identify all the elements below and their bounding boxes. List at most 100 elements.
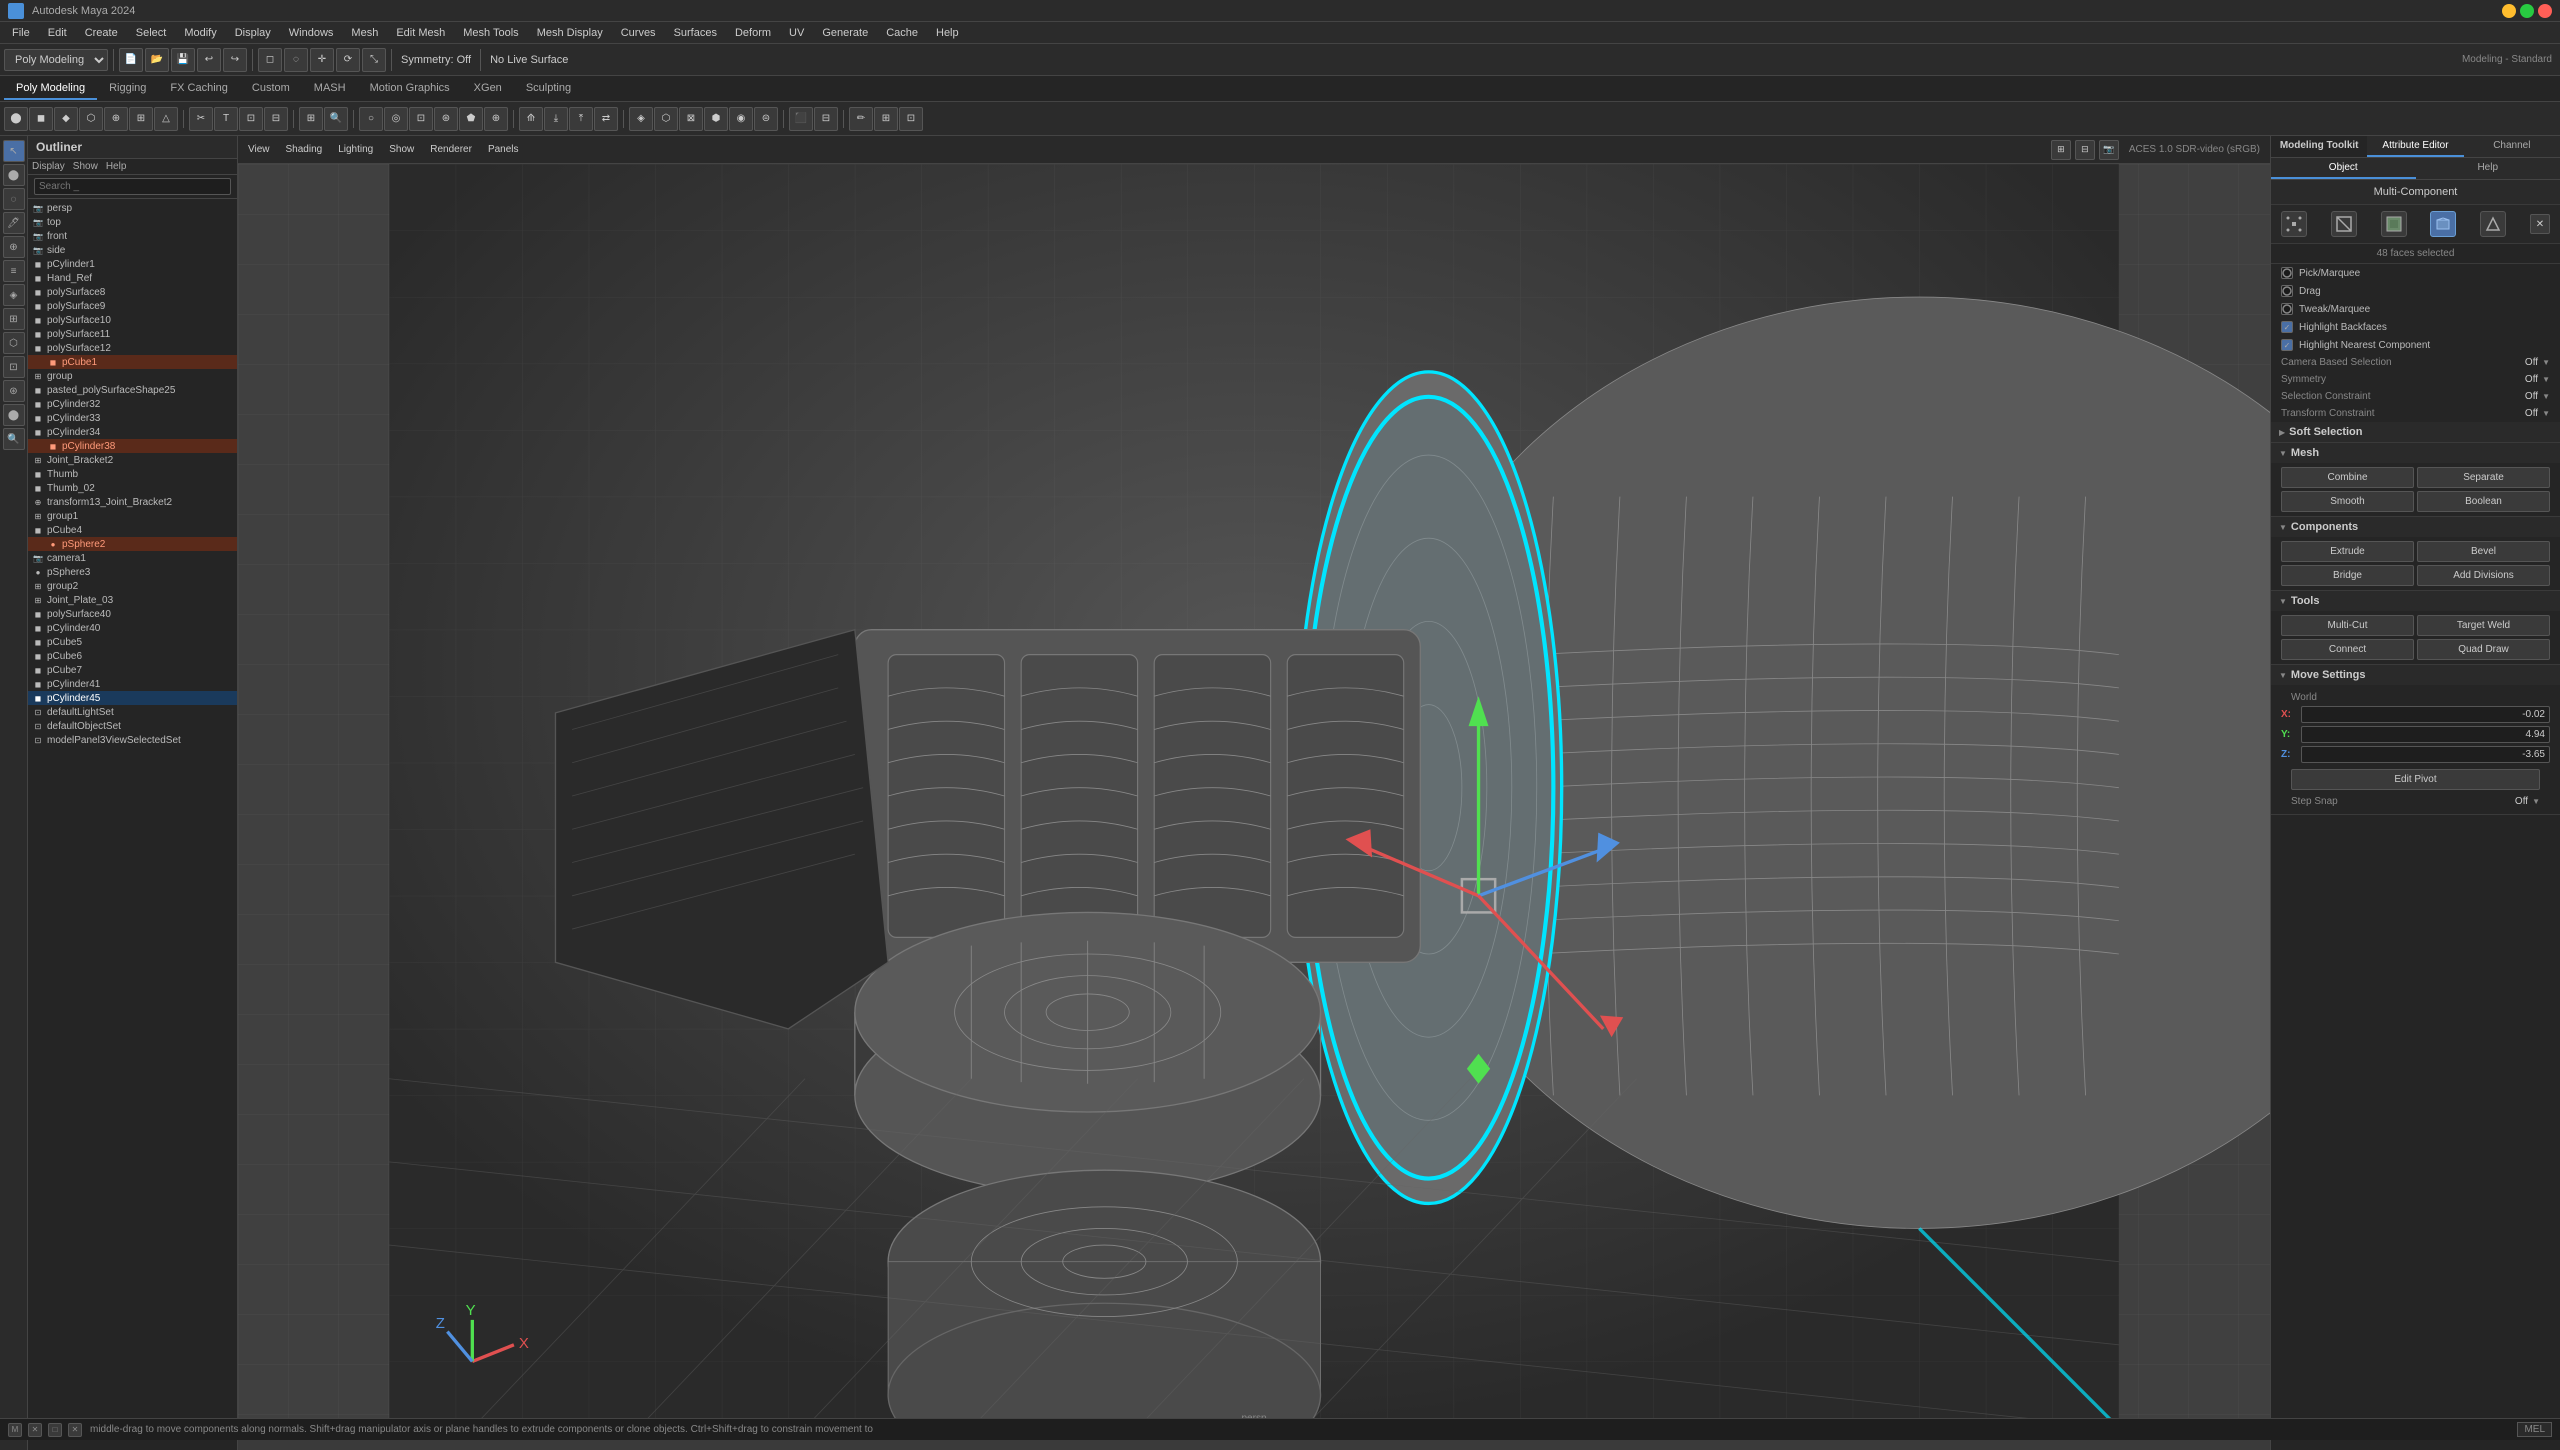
menu-create[interactable]: Create	[77, 25, 126, 41]
outliner-show-menu[interactable]: Show	[73, 161, 98, 172]
brush-tool[interactable]: 🖊	[3, 212, 25, 234]
tab-poly-modeling[interactable]: Poly Modeling	[4, 78, 97, 100]
outliner-item-polysurface40[interactable]: ◼ polySurface40	[28, 607, 237, 621]
outliner-item-defaultobjectset[interactable]: ⊡ defaultObjectSet	[28, 719, 237, 733]
icon-btn-12[interactable]: ⊞	[299, 107, 323, 131]
target-weld-btn[interactable]: Target Weld	[2417, 615, 2550, 636]
outliner-item-camera1[interactable]: 📷 camera1	[28, 551, 237, 565]
z-input[interactable]	[2301, 746, 2550, 763]
sym-dropdown[interactable]: Off ▼	[2525, 374, 2550, 385]
menu-help[interactable]: Help	[928, 25, 967, 41]
vp-btn-panels[interactable]: Panels	[482, 142, 525, 157]
no-live-label[interactable]: No Live Surface	[486, 54, 572, 66]
outliner-item-joint-plate[interactable]: ⊞ Joint_Plate_03	[28, 593, 237, 607]
menu-surfaces[interactable]: Surfaces	[666, 25, 725, 41]
vp-display-btn[interactable]: ⊞	[2051, 140, 2071, 160]
icon-btn-33[interactable]: ⊞	[874, 107, 898, 131]
pick-marquee-option[interactable]: Pick/Marquee	[2271, 264, 2560, 282]
outliner-item-pcube1[interactable]: ◼ pCube1	[28, 355, 237, 369]
icon-btn-15[interactable]: ◎	[384, 107, 408, 131]
outliner-item-pcube6[interactable]: ◼ pCube6	[28, 649, 237, 663]
icon-btn-5[interactable]: ⊕	[104, 107, 128, 131]
outliner-item-joint-bracket2[interactable]: ⊞ Joint_Bracket2	[28, 453, 237, 467]
quad-draw-btn[interactable]: Quad Draw	[2417, 639, 2550, 660]
icon-btn-13[interactable]: 🔍	[324, 107, 348, 131]
close-btn[interactable]	[2538, 4, 2552, 18]
outliner-search-input[interactable]	[34, 178, 231, 195]
icon-btn-18[interactable]: ⬟	[459, 107, 483, 131]
icon-btn-3[interactable]: ◆	[54, 107, 78, 131]
outliner-item-psphere2[interactable]: ● pSphere2	[28, 537, 237, 551]
status-icon-2[interactable]: ✕	[28, 1423, 42, 1437]
tab-fx-caching[interactable]: FX Caching	[158, 78, 239, 100]
tool-6[interactable]: ≡	[3, 260, 25, 282]
icon-btn-30[interactable]: ⬛	[789, 107, 813, 131]
vp-btn-view[interactable]: View	[242, 142, 276, 157]
separate-btn[interactable]: Separate	[2417, 467, 2550, 488]
outliner-item-top[interactable]: 📷 top	[28, 215, 237, 229]
icon-btn-8[interactable]: ✂	[189, 107, 213, 131]
tc-dropdown[interactable]: Off ▼	[2525, 408, 2550, 419]
menu-modify[interactable]: Modify	[176, 25, 224, 41]
edit-pivot-btn[interactable]: Edit Pivot	[2291, 769, 2540, 790]
icon-btn-20[interactable]: ⟰	[519, 107, 543, 131]
drag-checkbox[interactable]	[2281, 285, 2293, 297]
icon-btn-31[interactable]: ⊟	[814, 107, 838, 131]
symmetry-label[interactable]: Symmetry: Off	[397, 54, 475, 66]
outliner-item-polysurface8[interactable]: ◼ polySurface8	[28, 285, 237, 299]
scale-tool-btn[interactable]: ⤡	[362, 48, 386, 72]
tab-sculpting[interactable]: Sculpting	[514, 78, 583, 100]
icon-btn-21[interactable]: ⤓	[544, 107, 568, 131]
help-subtab[interactable]: Help	[2416, 158, 2560, 179]
icon-btn-25[interactable]: ⬡	[654, 107, 678, 131]
save-scene-btn[interactable]: 💾	[171, 48, 195, 72]
move-settings-header[interactable]: ▼ Move Settings	[2271, 665, 2560, 685]
open-scene-btn[interactable]: 📂	[145, 48, 169, 72]
connect-btn[interactable]: Connect	[2281, 639, 2414, 660]
outliner-item-polysurface12[interactable]: ◼ polySurface12	[28, 341, 237, 355]
tab-mash[interactable]: MASH	[302, 78, 358, 100]
icon-btn-22[interactable]: ⤒	[569, 107, 593, 131]
add-divisions-btn[interactable]: Add Divisions	[2417, 565, 2550, 586]
tool-7[interactable]: ◈	[3, 284, 25, 306]
lasso-tool-btn[interactable]: ◌	[284, 48, 308, 72]
cbs-dropdown[interactable]: Off ▼	[2525, 357, 2550, 368]
vp-camera-btn[interactable]: 📷	[2099, 140, 2119, 160]
vp-btn-lighting[interactable]: Lighting	[332, 142, 379, 157]
tool-12[interactable]: ⬤	[3, 404, 25, 426]
icon-btn-19[interactable]: ⊕	[484, 107, 508, 131]
sculpt-tool[interactable]: ⊕	[3, 236, 25, 258]
outliner-item-pcylinder40[interactable]: ◼ pCylinder40	[28, 621, 237, 635]
outliner-help-menu[interactable]: Help	[106, 161, 127, 172]
outliner-item-group1[interactable]: ⊞ group1	[28, 509, 237, 523]
outliner-item-polysurface11[interactable]: ◼ polySurface11	[28, 327, 237, 341]
outliner-item-pcylinder41[interactable]: ◼ pCylinder41	[28, 677, 237, 691]
outliner-item-psphere3[interactable]: ● pSphere3	[28, 565, 237, 579]
viewport[interactable]: View Shading Lighting Show Renderer Pane…	[238, 136, 2270, 1450]
outliner-item-front[interactable]: 📷 front	[28, 229, 237, 243]
modeling-toolkit-tab[interactable]: Modeling Toolkit	[2271, 136, 2367, 157]
outliner-item-pcube4[interactable]: ◼ pCube4	[28, 523, 237, 537]
outliner-item-group[interactable]: ⊞ group	[28, 369, 237, 383]
icon-btn-7[interactable]: △	[154, 107, 178, 131]
outliner-item-hand-ref[interactable]: ◼ Hand_Ref	[28, 271, 237, 285]
close-multicomp-btn[interactable]: ✕	[2530, 214, 2550, 234]
object-mode-btn[interactable]	[2430, 211, 2456, 237]
sc-dropdown[interactable]: Off ▼	[2525, 391, 2550, 402]
tab-rigging[interactable]: Rigging	[97, 78, 158, 100]
tab-xgen[interactable]: XGen	[462, 78, 514, 100]
edge-mode-btn[interactable]	[2331, 211, 2357, 237]
icon-btn-28[interactable]: ◉	[729, 107, 753, 131]
mesh-section-header[interactable]: ▼ Mesh	[2271, 443, 2560, 463]
pick-marquee-checkbox[interactable]	[2281, 267, 2293, 279]
components-section-header[interactable]: ▼ Components	[2271, 517, 2560, 537]
outliner-display-menu[interactable]: Display	[32, 161, 65, 172]
tool-8[interactable]: ⊞	[3, 308, 25, 330]
vp-btn-show[interactable]: Show	[383, 142, 420, 157]
icon-btn-16[interactable]: ⊡	[409, 107, 433, 131]
outliner-item-pcylinder38[interactable]: ◼ pCylinder38	[28, 439, 237, 453]
new-scene-btn[interactable]: 📄	[119, 48, 143, 72]
multi-cut-btn[interactable]: Multi-Cut	[2281, 615, 2414, 636]
icon-btn-23[interactable]: ⇄	[594, 107, 618, 131]
menu-file[interactable]: File	[4, 25, 38, 41]
